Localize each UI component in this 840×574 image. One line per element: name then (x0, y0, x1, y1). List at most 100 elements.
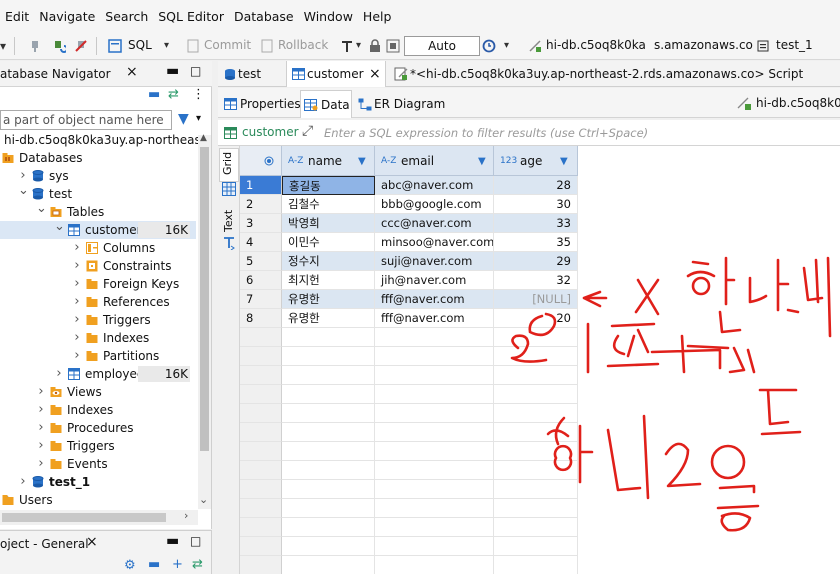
project-panel-title[interactable]: oject - General (0, 537, 89, 551)
row-number[interactable]: 3 (240, 214, 282, 233)
scroll-right-icon[interactable]: › (184, 509, 188, 522)
cell-name[interactable]: 이민수 (282, 233, 375, 252)
tree-node-foreign-keys[interactable]: › Foreign Keys (0, 275, 196, 293)
filter-dropdown-icon[interactable]: ▾ (196, 113, 201, 124)
expand-filter-icon[interactable]: ⤢ (302, 123, 313, 139)
tree-node-events[interactable]: › Events (0, 455, 196, 473)
cell-email[interactable]: minsoo@naver.com (375, 233, 494, 252)
tree-node-test-1[interactable]: › test_1 (0, 473, 196, 491)
menu-item-navigate[interactable]: Navigate (34, 9, 100, 24)
cell-name[interactable]: 유명한 (282, 290, 375, 309)
row-number-header[interactable] (240, 146, 282, 176)
tree-node-columns[interactable]: › Columns (0, 239, 196, 257)
expand-arrow-icon[interactable]: › (36, 437, 46, 455)
grid-side-tab[interactable]: Grid (219, 148, 239, 182)
cell-email[interactable]: jih@naver.com (375, 271, 494, 290)
tree-node-sys[interactable]: › sys (0, 167, 196, 185)
reconnect-icon[interactable] (52, 39, 66, 53)
schema-icon[interactable] (756, 39, 770, 53)
tree-node-indexes[interactable]: › Indexes (0, 329, 196, 347)
expand-arrow-icon[interactable]: › (72, 293, 82, 311)
tree-node-views[interactable]: › Views (0, 383, 196, 401)
cell-email[interactable]: bbb@google.com (375, 195, 494, 214)
table-row[interactable]: 8 유명한 fff@naver.com 20 (240, 309, 840, 328)
menu-item-sql-editor[interactable]: SQL Editor (153, 9, 229, 24)
tree-node-partitions[interactable]: › Partitions (0, 347, 196, 365)
cell-age[interactable]: 35 (494, 233, 578, 252)
collapse-arrow-icon[interactable]: ⌄ (18, 184, 29, 197)
link-editor-icon[interactable]: ⇄ (192, 557, 203, 572)
table-row[interactable]: 3 박영희 ccc@naver.com 33 (240, 214, 840, 233)
row-number[interactable]: 7 (240, 290, 282, 309)
cell-name[interactable]: 최지헌 (282, 271, 375, 290)
dropdown-arrow-icon[interactable]: ▾ (0, 39, 6, 53)
rollback-icon[interactable] (260, 39, 274, 53)
table-row[interactable]: 2 김철수 bbb@google.com 30 (240, 195, 840, 214)
table-row[interactable]: 6 최지헌 jih@naver.com 32 (240, 271, 840, 290)
expand-arrow-icon[interactable]: › (36, 419, 46, 437)
rollback-button[interactable]: Rollback (278, 38, 328, 52)
text-view-icon[interactable] (222, 236, 236, 250)
cell-age[interactable]: 20 (494, 309, 578, 328)
cell-name[interactable]: 박영희 (282, 214, 375, 233)
cell-name[interactable]: 홍길동 (282, 176, 375, 195)
collapse-all-icon[interactable]: ▬ (148, 87, 160, 102)
active-connection-label[interactable]: hi-db.c5oq8k0ka (546, 38, 646, 52)
cell-name[interactable]: 정수지 (282, 252, 375, 271)
expand-arrow-icon[interactable]: › (72, 347, 82, 365)
close-icon[interactable]: × (86, 534, 98, 550)
tab-test[interactable]: test (218, 61, 284, 87)
cell-age[interactable]: [NULL] (494, 290, 578, 309)
cell-age[interactable]: 33 (494, 214, 578, 233)
maximize-icon[interactable]: □ (190, 64, 201, 78)
expand-arrow-icon[interactable]: › (18, 473, 28, 491)
expand-arrow-icon[interactable]: › (36, 455, 46, 473)
tab-script[interactable]: *<hi-db.c5oq8k0ka3uy.ap-northeast-2.rds.… (390, 61, 840, 87)
history-dropdown-icon[interactable]: ▾ (504, 40, 509, 51)
column-header-email[interactable]: A-Z email ▼ (375, 146, 494, 176)
tree-node-triggers[interactable]: › Triggers (0, 437, 196, 455)
column-header-age[interactable]: 123 age ▼ (494, 146, 578, 176)
minimize-icon[interactable]: ▬ (166, 533, 179, 549)
gear-icon[interactable]: ⚙ (124, 558, 136, 573)
table-row[interactable]: 5 정수지 suji@naver.com 29 (240, 252, 840, 271)
expand-arrow-icon[interactable]: › (72, 311, 82, 329)
cell-name[interactable]: 유명한 (282, 309, 375, 328)
collapse-arrow-icon[interactable]: ⌄ (36, 202, 47, 215)
close-icon[interactable]: × (126, 64, 138, 80)
collapse-arrow-icon[interactable]: ⌄ (54, 220, 65, 233)
menu-item-help[interactable]: Help (358, 9, 397, 24)
commit-button[interactable]: Commit (204, 38, 251, 52)
menu-item-search[interactable]: Search (100, 9, 153, 24)
expand-arrow-icon[interactable]: › (54, 365, 64, 383)
sql-editor-icon[interactable] (108, 39, 122, 53)
row-number[interactable]: 2 (240, 195, 282, 214)
table-row[interactable]: 1 홍길동 abc@naver.com 28 (240, 176, 840, 195)
tree-node-tables[interactable]: ⌄ Tables (0, 202, 196, 221)
sql-button[interactable]: SQL (128, 38, 152, 52)
tree-node-test[interactable]: ⌄ test (0, 184, 196, 203)
tree-node-triggers[interactable]: › Triggers (0, 311, 196, 329)
table-row[interactable]: 7 유명한 fff@naver.com [NULL] (240, 290, 840, 309)
cell-age[interactable]: 32 (494, 271, 578, 290)
filter-icon[interactable]: ▼ (178, 111, 189, 127)
tree-node-employee[interactable]: › employee 16K (0, 365, 196, 383)
expand-arrow-icon[interactable]: › (72, 275, 82, 293)
select-all-icon[interactable] (264, 156, 274, 166)
tab-customer[interactable]: customer × (286, 61, 386, 87)
tab-properties[interactable]: Properties (220, 90, 301, 118)
active-schema-label[interactable]: test_1 (776, 38, 813, 52)
isolation-icon[interactable] (386, 39, 400, 53)
cell-email[interactable]: fff@naver.com (375, 290, 494, 309)
row-number[interactable]: 4 (240, 233, 282, 252)
sort-icon[interactable]: ▼ (478, 147, 486, 177)
cell-age[interactable]: 29 (494, 252, 578, 271)
sql-filter-input[interactable]: Enter a SQL expression to filter results… (324, 126, 648, 140)
commit-icon[interactable] (186, 39, 200, 53)
row-number[interactable]: 6 (240, 271, 282, 290)
table-row[interactable]: 4 이민수 minsoo@naver.com 35 (240, 233, 840, 252)
maximize-icon[interactable]: □ (190, 534, 201, 548)
column-header-name[interactable]: A-Z name ▼ (282, 146, 375, 176)
sort-icon[interactable]: ▼ (358, 147, 366, 177)
lock-icon[interactable] (368, 39, 382, 53)
